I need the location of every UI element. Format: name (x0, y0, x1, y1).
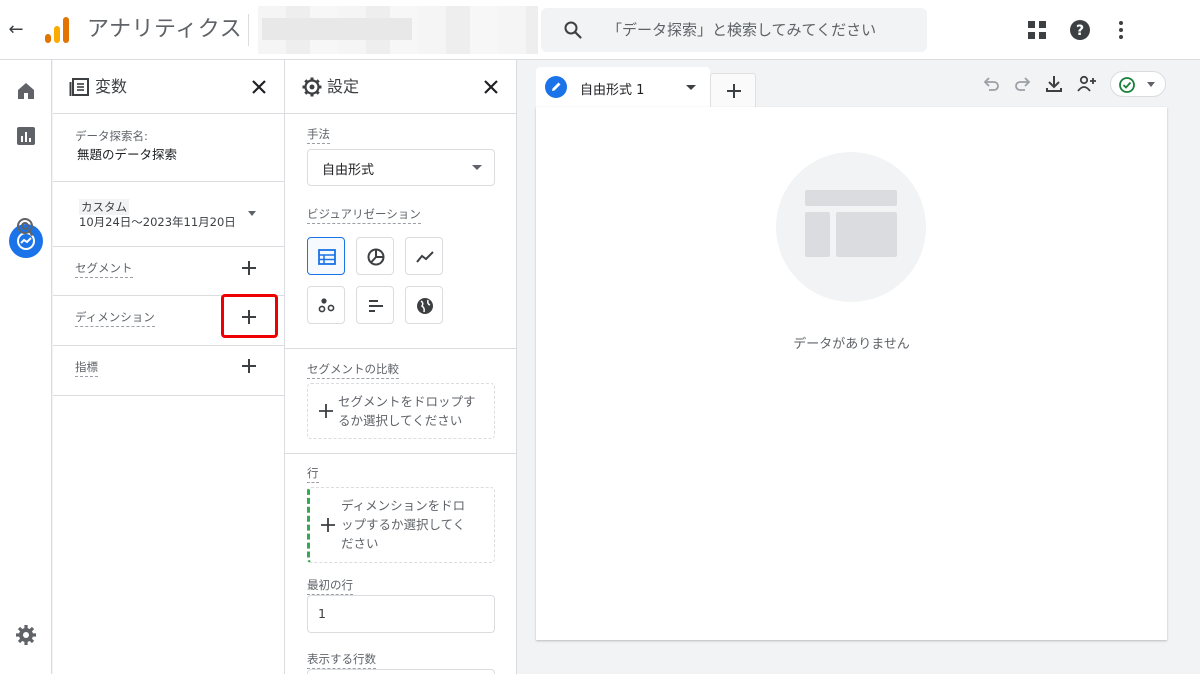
gear-icon (302, 77, 322, 97)
segment-drop-zone[interactable]: セグメントをドロップす るか選択してください (307, 383, 495, 439)
exploration-name-label: データ探索名: (75, 129, 148, 143)
exploration-name-value[interactable]: 無題のデータ探索 (77, 144, 177, 163)
save-status-pill[interactable] (1110, 71, 1166, 97)
plus-icon (727, 84, 741, 98)
empty-state-text: データがありません (793, 337, 910, 352)
table-viz-button[interactable] (307, 237, 345, 275)
technique-visualization-section: 手法 自由形式 ビジュアリゼーション (285, 114, 516, 349)
technique-label: 手法 (307, 126, 330, 144)
rows-drop-zone[interactable]: ディメンションをドロ ップするか選択してく ださい (307, 487, 495, 563)
undo-icon[interactable] (980, 73, 1002, 95)
apps-grid-icon[interactable] (1025, 18, 1049, 42)
show-rows-input[interactable] (307, 669, 495, 674)
blurred-property-name (262, 18, 412, 40)
rows-label: 行 (307, 465, 319, 483)
search-icon (564, 21, 582, 39)
exploration-name-section: データ探索名: 無題のデータ探索 (53, 114, 284, 182)
dimensions-label: ディメンション (75, 309, 155, 327)
segments-label: セグメント (75, 260, 133, 278)
add-tab-button[interactable] (710, 73, 756, 107)
donut-chart-icon (367, 248, 385, 266)
geo-viz-button[interactable] (405, 286, 443, 324)
variables-header: 変数 (53, 60, 284, 114)
segments-section: セグメント (53, 247, 284, 296)
scatter-viz-button[interactable] (307, 286, 345, 324)
close-icon[interactable] (480, 76, 502, 98)
reports-icon[interactable] (14, 124, 38, 148)
download-icon[interactable] (1043, 73, 1065, 95)
arrow-back-icon[interactable]: ← (6, 18, 26, 42)
date-range-value: 10月24日～2023年11月20日 (79, 215, 236, 229)
rows-section: 行 ディメンションをドロ ップするか選択してく ださい 最初の行 1 表示する行… (285, 454, 516, 674)
exploration-canvas[interactable]: データがありません (536, 107, 1167, 640)
bar-chart-icon (369, 300, 383, 312)
line-viz-button[interactable] (405, 237, 443, 275)
pencil-icon (545, 76, 567, 98)
check-circle-icon (1119, 77, 1135, 93)
chevron-down-icon[interactable] (248, 211, 256, 216)
tab-freeform-1[interactable]: 自由形式 1 (536, 67, 710, 107)
redo-icon[interactable] (1012, 73, 1034, 95)
more-vert-icon[interactable] (1109, 18, 1133, 42)
divider (248, 14, 249, 46)
settings-gear-icon[interactable] (14, 623, 38, 647)
technique-value: 自由形式 (322, 163, 375, 178)
variables-title: 変数 (95, 77, 128, 96)
share-user-icon[interactable] (1076, 73, 1098, 95)
analytics-logo (45, 17, 69, 43)
app-title: アナリティクス (87, 17, 243, 42)
chevron-down-icon (472, 165, 482, 170)
add-segment-icon[interactable] (239, 258, 259, 278)
close-icon[interactable] (248, 76, 270, 98)
svg-text:?: ? (1076, 23, 1084, 39)
home-icon[interactable] (14, 79, 38, 103)
metrics-section: 指標 (53, 346, 284, 396)
scatter-icon (318, 298, 335, 313)
top-bar: ← アナリティクス ? (0, 0, 1200, 60)
search-input[interactable] (607, 18, 907, 42)
settings-header: 設定 (285, 60, 516, 114)
rows-drop-text-3: ださい (341, 536, 379, 551)
help-icon[interactable]: ? (1068, 18, 1092, 42)
first-row-label: 最初の行 (307, 577, 353, 595)
metrics-label: 指標 (75, 359, 98, 377)
rows-drop-text-1: ディメンションをドロ (341, 498, 466, 513)
segment-compare-section: セグメントの比較 セグメントをドロップす るか選択してください (285, 349, 516, 454)
chevron-down-icon[interactable] (686, 85, 696, 90)
left-nav-rail (0, 60, 52, 674)
table-icon (318, 249, 336, 265)
variables-list-icon (69, 78, 89, 96)
search-bar[interactable] (541, 8, 927, 52)
segment-drop-text-1: セグメントをドロップす (338, 394, 476, 409)
plus-icon (321, 518, 335, 532)
technique-dropdown[interactable]: 自由形式 (307, 149, 495, 186)
variables-panel: 変数 データ探索名: 無題のデータ探索 カスタム 10月24日～2023年11月… (53, 60, 285, 674)
first-row-input[interactable]: 1 (307, 595, 495, 633)
segment-drop-text-2: るか選択してください (338, 413, 463, 428)
chevron-down-icon (1147, 82, 1155, 87)
plus-icon (319, 404, 333, 418)
highlight-box (221, 294, 278, 338)
segment-compare-label: セグメントの比較 (307, 361, 399, 379)
tab-label: 自由形式 1 (580, 83, 645, 98)
first-row-value: 1 (318, 606, 326, 621)
line-chart-icon (416, 251, 434, 263)
date-range-section[interactable]: カスタム 10月24日～2023年11月20日 (53, 182, 284, 247)
empty-state-illustration (776, 152, 926, 302)
settings-panel: 設定 手法 自由形式 ビジュアリゼーション セグメントの比較 セグメントをドロッ… (285, 60, 517, 674)
geo-map-icon (417, 298, 433, 314)
visualization-label: ビジュアリゼーション (307, 206, 421, 224)
add-metric-icon[interactable] (239, 356, 259, 376)
bar-viz-button[interactable] (356, 286, 394, 324)
show-rows-label: 表示する行数 (307, 651, 376, 669)
rows-drop-text-2: ップするか選択してく (341, 517, 466, 532)
advertising-icon[interactable] (14, 215, 38, 239)
settings-title: 設定 (327, 77, 360, 96)
date-range-tag: カスタム (79, 199, 129, 215)
donut-viz-button[interactable] (356, 237, 394, 275)
